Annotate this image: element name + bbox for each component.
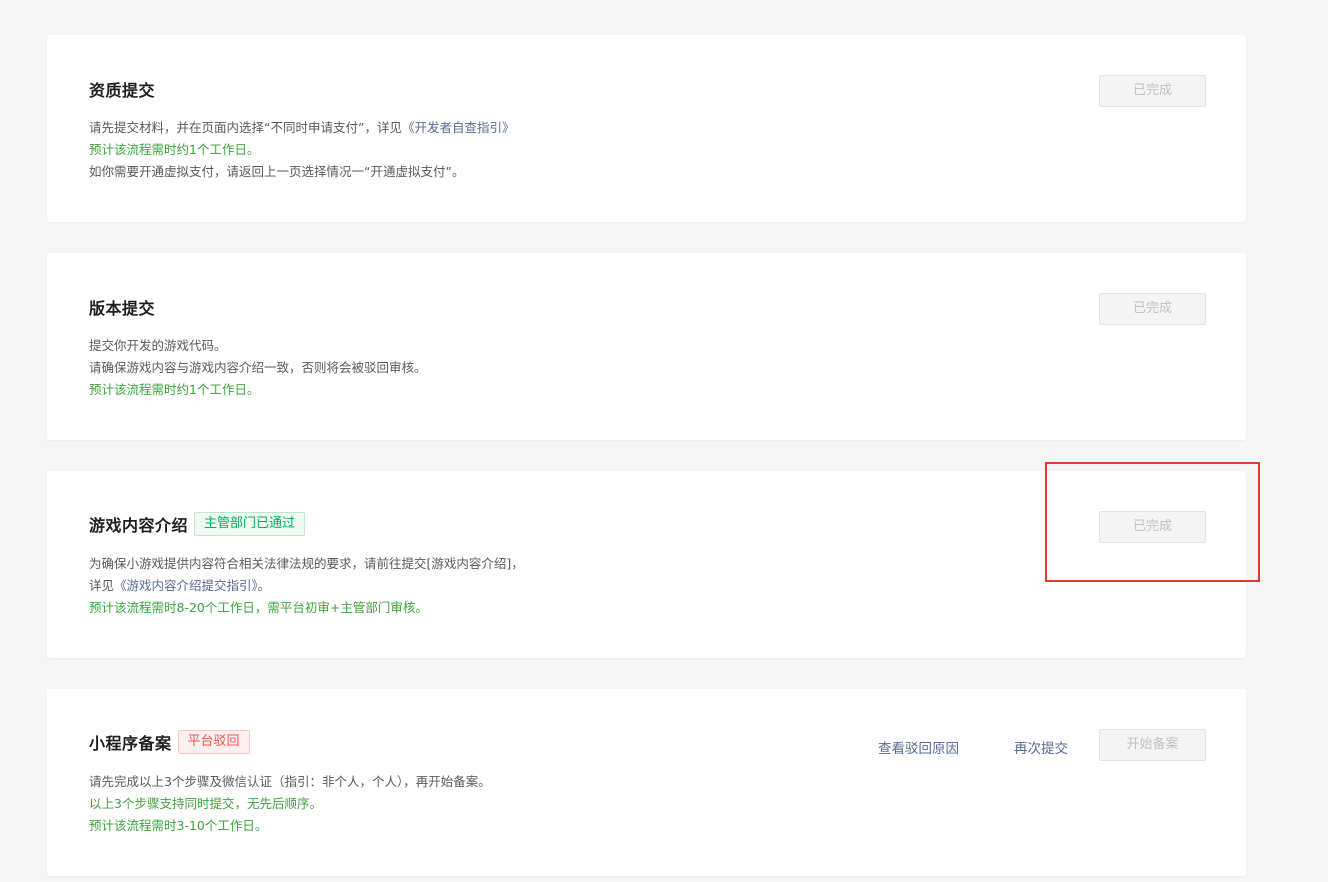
desc-line: 提交你开发的游戏代码。 [89,338,227,353]
resubmit-link[interactable]: 再次提交 [1014,737,1068,757]
page: 资质提交 请先提交材料，并在页面内选择“不同时申请支付”，详见《开发者自查指引》… [0,0,1328,882]
section-qualification: 资质提交 请先提交材料，并在页面内选择“不同时申请支付”，详见《开发者自查指引》… [47,35,1246,222]
view-rejection-reason-link[interactable]: 查看驳回原因 [878,737,959,757]
time-estimate: 预计该流程需时3-10个工作日。 [89,818,268,833]
desc-line: 为确保小游戏提供内容符合相关法律法规的要求，请前往提交[游戏内容介绍]， [89,556,524,571]
section-title: 资质提交 [89,81,156,100]
desc-text: 。 [257,578,271,593]
desc-line: 请先提交材料，并在页面内选择“不同时申请支付”，详见《开发者自查指引》 [89,117,514,139]
section-version: 版本提交 提交你开发的游戏代码。 请确保游戏内容与游戏内容介绍一致，否则将会被驳… [47,253,1246,440]
status-badge-rejected: 平台驳回 [177,730,250,754]
desc-line: 请先完成以上3个步骤及微信认证（指引：非个人，个人），再开始备案。 [89,774,491,789]
desc-text: 请先提交材料，并在页面内选择“不同时申请支付”，详见 [89,120,402,135]
start-filing-button[interactable]: 开始备案 [1099,729,1206,761]
section-description: 请先完成以上3个步骤及微信认证（指引：非个人，个人），再开始备案。 以上3个步骤… [89,771,491,837]
completed-button[interactable]: 已完成 [1099,293,1206,325]
time-estimate: 预计该流程需时8-20个工作日，需平台初审+主管部门审核。 [89,600,428,615]
section-description: 请先提交材料，并在页面内选择“不同时申请支付”，详见《开发者自查指引》 预计该流… [89,117,514,183]
section-title: 游戏内容介绍 [89,516,189,535]
desc-text: 详见 [89,578,115,593]
section-title: 版本提交 [89,299,156,318]
desc-line: 如你需要开通虚拟支付，请返回上一页选择情况一“开通虚拟支付”。 [89,164,465,179]
highlight-annotation [1045,462,1260,582]
section-description: 为确保小游戏提供内容符合相关法律法规的要求，请前往提交[游戏内容介绍]， 详见《… [89,553,524,619]
section-title-row: 小程序备案 平台驳回 [89,730,250,754]
section-title-row: 资质提交 [89,77,155,101]
content-guide-link[interactable]: 《游戏内容介绍提交指引》 [114,578,258,593]
section-title-row: 游戏内容介绍 主管部门已通过 [89,512,306,536]
status-badge-approved: 主管部门已通过 [194,512,306,536]
desc-line: 以上3个步骤支持同时提交，无先后顺序。 [89,796,322,811]
desc-line: 详见《游戏内容介绍提交指引》。 [89,575,524,597]
time-estimate: 预计该流程需时约1个工作日。 [89,142,260,157]
time-estimate: 预计该流程需时约1个工作日。 [89,382,260,397]
section-filing: 小程序备案 平台驳回 请先完成以上3个步骤及微信认证（指引：非个人，个人），再开… [47,689,1246,876]
section-title: 小程序备案 [89,734,172,753]
desc-line: 请确保游戏内容与游戏内容介绍一致，否则将会被驳回审核。 [89,360,427,375]
developer-guide-link[interactable]: 《开发者自查指引》 [402,120,515,135]
section-description: 提交你开发的游戏代码。 请确保游戏内容与游戏内容介绍一致，否则将会被驳回审核。 … [89,335,427,401]
section-title-row: 版本提交 [89,295,155,319]
completed-button[interactable]: 已完成 [1099,75,1206,107]
